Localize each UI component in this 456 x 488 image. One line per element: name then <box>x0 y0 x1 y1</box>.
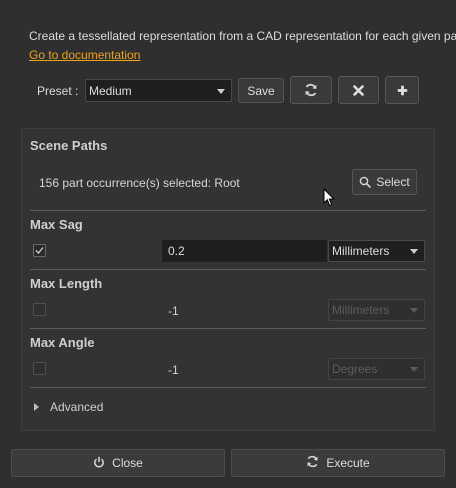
save-preset-button[interactable]: Save <box>238 78 284 103</box>
max-length-value[interactable]: -1 <box>168 304 179 318</box>
max-length-unit-dropdown[interactable]: Millimeters <box>328 299 425 321</box>
execute-label: Execute <box>326 456 370 470</box>
select-label: Select <box>376 175 410 189</box>
preset-value: Medium <box>89 83 132 98</box>
divider <box>30 387 426 388</box>
delete-preset-button[interactable] <box>338 76 379 104</box>
max-sag-checkbox[interactable] <box>33 244 46 257</box>
close-icon <box>353 84 364 96</box>
divider <box>30 328 426 329</box>
max-sag-title: Max Sag <box>30 217 83 232</box>
max-sag-unit: Millimeters <box>332 244 390 258</box>
advanced-toggle[interactable]: Advanced <box>34 400 103 414</box>
max-length-unit: Millimeters <box>332 303 390 317</box>
chevron-down-icon <box>217 88 225 94</box>
power-icon <box>93 456 105 471</box>
chevron-down-icon <box>410 367 418 372</box>
divider <box>30 269 426 270</box>
select-button[interactable]: Select <box>352 169 417 195</box>
chevron-down-icon <box>410 308 418 313</box>
chevron-right-icon <box>34 400 39 414</box>
tool-description: Create a tessellated representation from… <box>29 29 456 43</box>
max-angle-checkbox[interactable] <box>33 362 46 375</box>
max-sag-input[interactable]: 0.2 <box>162 240 327 262</box>
divider <box>30 210 426 211</box>
documentation-link[interactable]: Go to documentation <box>29 48 140 62</box>
max-angle-value[interactable]: -1 <box>168 363 179 377</box>
max-angle-unit: Degrees <box>332 362 378 376</box>
reset-preset-button[interactable] <box>290 76 332 104</box>
refresh-icon <box>306 455 319 471</box>
scene-paths-title: Scene Paths <box>30 138 108 153</box>
execute-button[interactable]: Execute <box>231 449 445 477</box>
max-length-checkbox[interactable] <box>33 303 46 316</box>
max-sag-value: 0.2 <box>168 244 185 258</box>
plus-icon <box>397 85 408 96</box>
preset-label: Preset : <box>37 84 79 98</box>
save-label: Save <box>247 83 275 98</box>
max-angle-title: Max Angle <box>30 335 95 350</box>
close-label: Close <box>112 456 143 470</box>
mouse-cursor-icon <box>323 187 335 210</box>
add-preset-button[interactable] <box>385 76 419 104</box>
preset-dropdown[interactable]: Medium <box>85 79 232 102</box>
chevron-down-icon <box>410 249 418 254</box>
search-icon <box>359 176 372 188</box>
max-length-title: Max Length <box>30 276 103 291</box>
close-button[interactable]: Close <box>11 449 225 477</box>
max-sag-unit-dropdown[interactable]: Millimeters <box>328 240 425 262</box>
selection-summary: 156 part occurrence(s) selected: Root <box>39 176 240 190</box>
max-angle-unit-dropdown[interactable]: Degrees <box>328 358 425 380</box>
checkmark-icon <box>35 247 44 254</box>
refresh-icon <box>304 83 318 97</box>
advanced-label: Advanced <box>50 400 104 414</box>
